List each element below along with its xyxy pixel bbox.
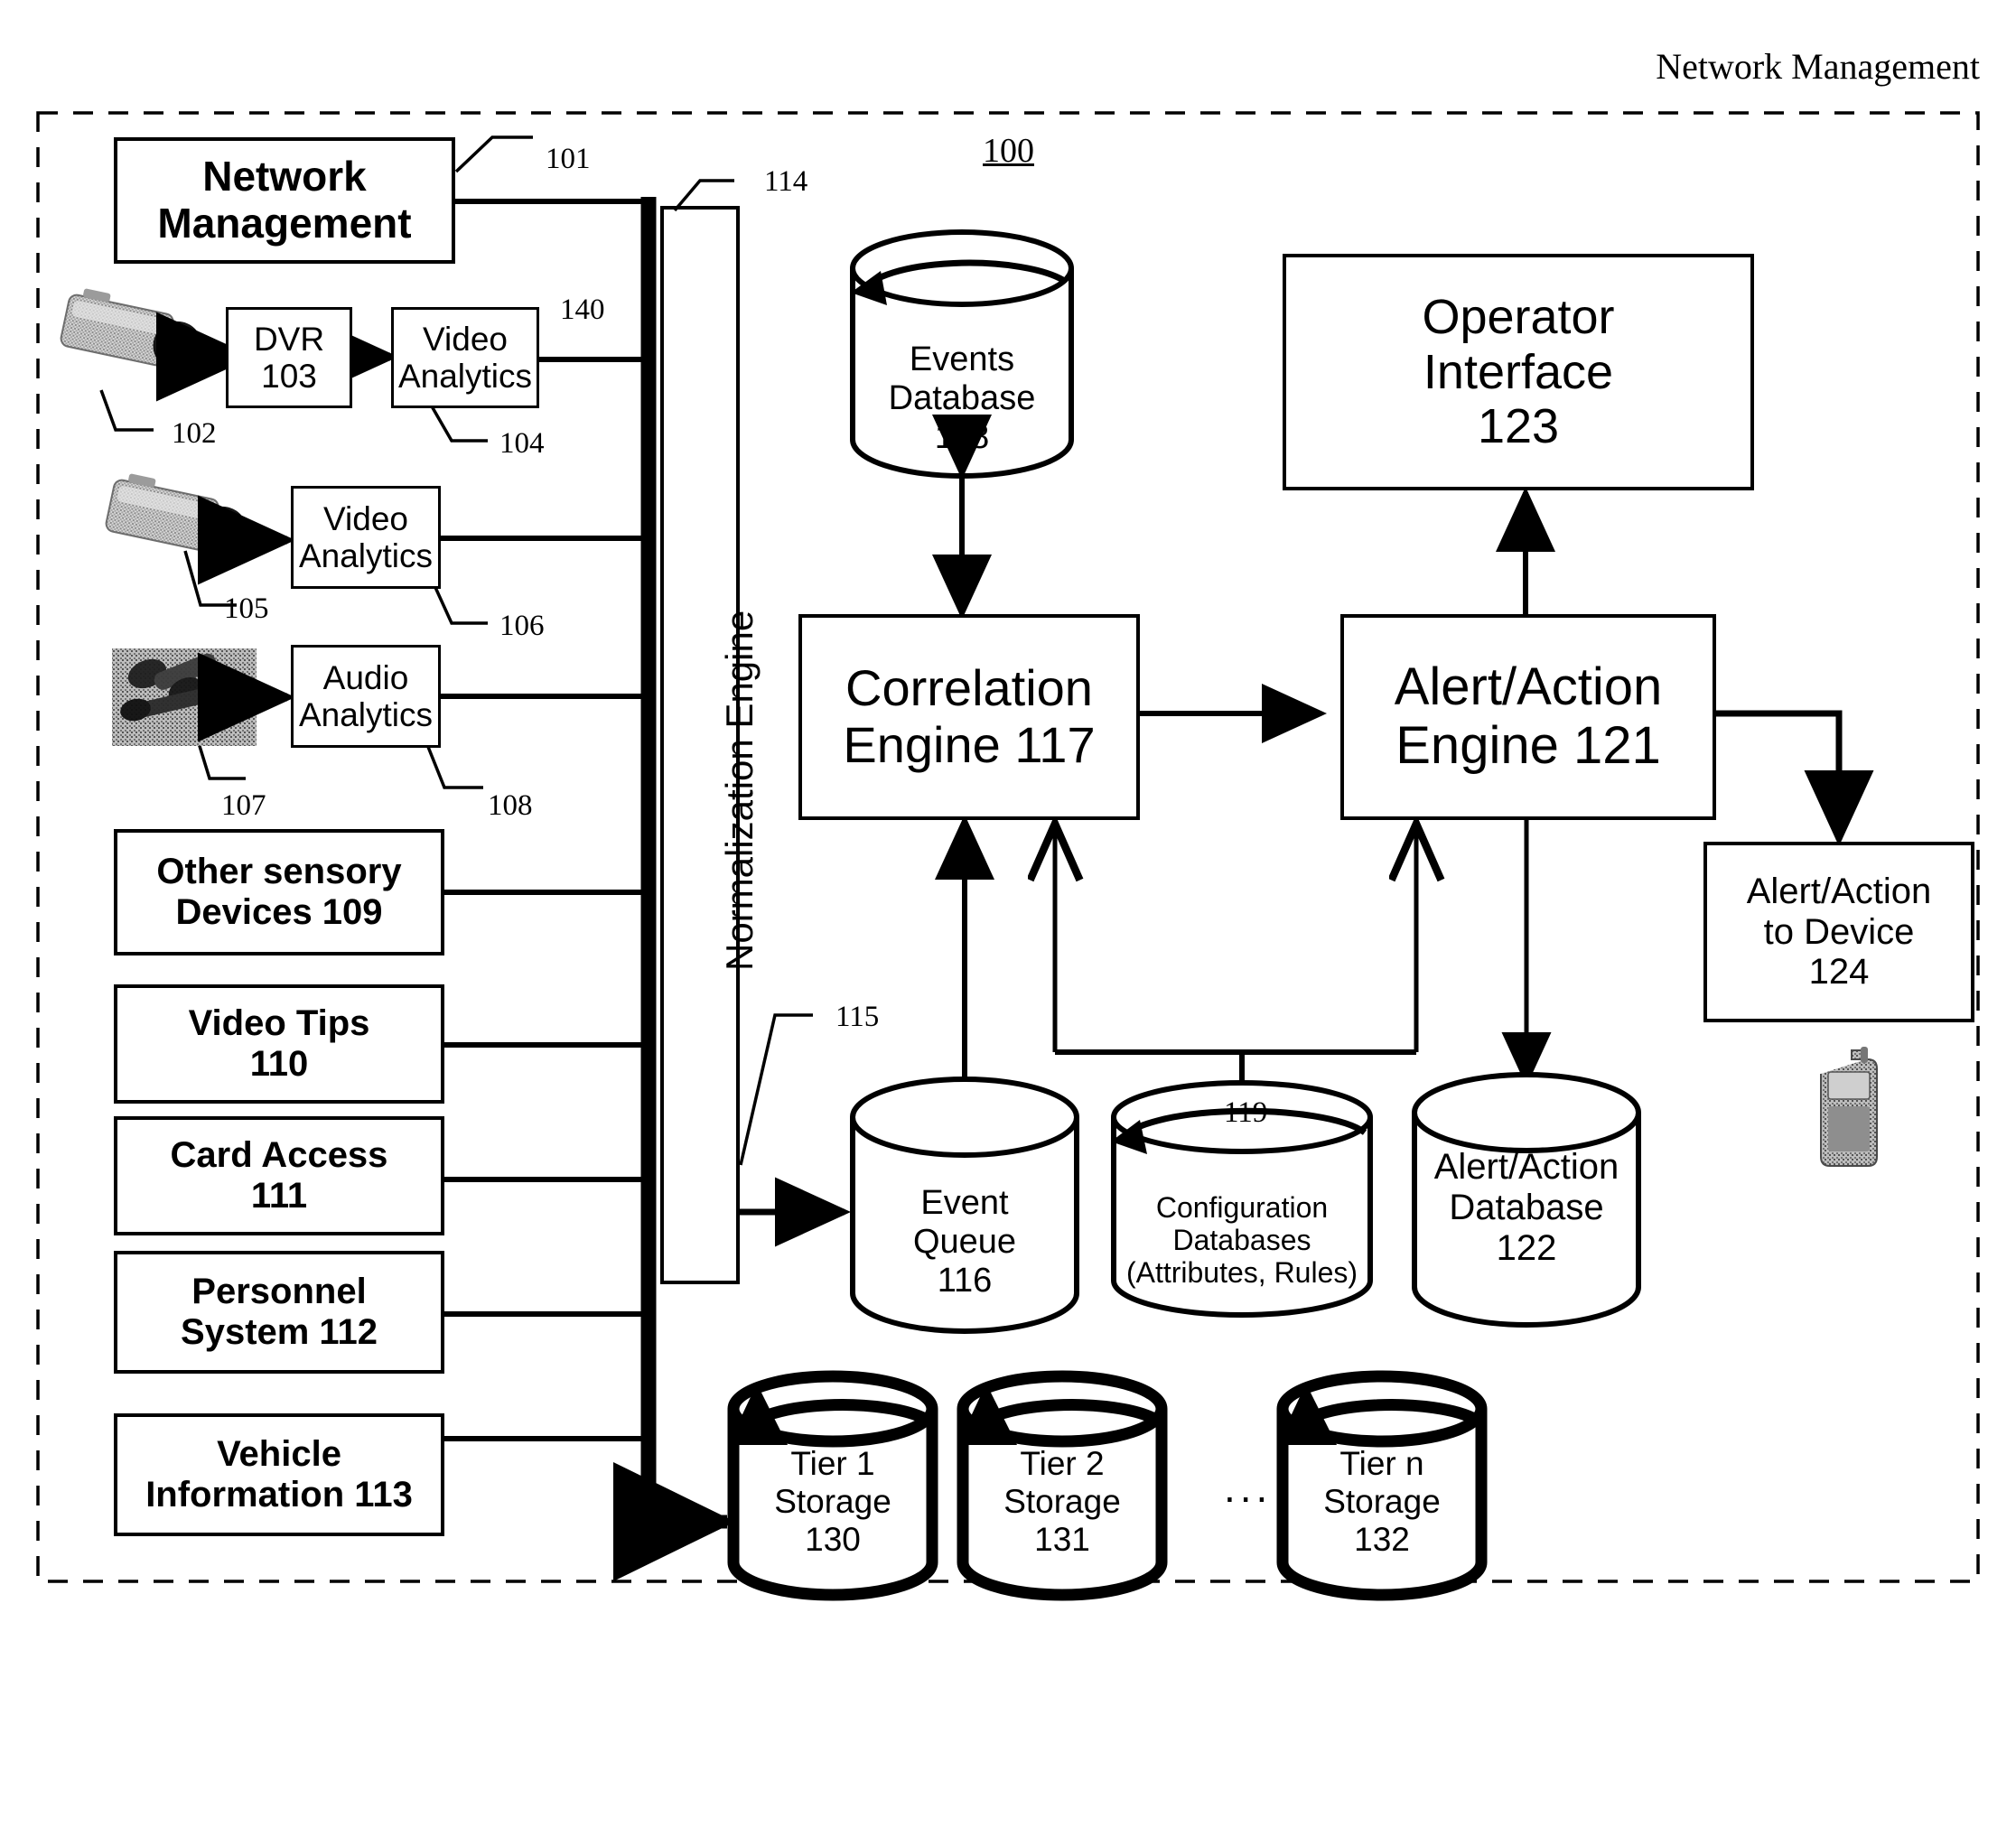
ref-102: 102 — [172, 417, 217, 450]
event-queue-label: Event Queue 116 — [912, 1184, 1017, 1300]
alert-action-to-device-box[interactable]: Alert/Action to Device 124 — [1703, 842, 1974, 1022]
camera-icon-105 — [105, 473, 247, 555]
video-tips-box[interactable]: Video Tips 110 — [114, 984, 444, 1104]
correlation-engine-box[interactable]: Correlation Engine 117 — [798, 614, 1140, 820]
vehicle-information-box[interactable]: Vehicle Information 113 — [114, 1413, 444, 1536]
operator-interface-box[interactable]: Operator Interface 123 — [1283, 254, 1754, 490]
personnel-system-box[interactable]: Personnel System 112 — [114, 1251, 444, 1374]
ref-119: 119 — [1224, 1096, 1268, 1129]
tiern-storage-label: Tier n Storage 132 — [1323, 1445, 1441, 1558]
ref-104: 104 — [499, 427, 545, 460]
figure-number: 100 — [983, 132, 1034, 170]
diagram-canvas: Network Management 100 Network Managemen… — [0, 0, 2016, 1827]
card-access-box[interactable]: Card Access 111 — [114, 1116, 444, 1235]
microphone-icon-107 — [112, 648, 257, 746]
alert-action-database-label: Alert/Action Database 122 — [1433, 1147, 1619, 1269]
video-analytics-box-1[interactable]: Video Analytics — [391, 307, 539, 408]
other-sensory-devices-box[interactable]: Other sensory Devices 109 — [114, 829, 444, 955]
video-analytics-box-2[interactable]: Video Analytics — [291, 486, 441, 589]
configuration-databases-label: Configuration Databases (Attributes, Rul… — [1125, 1191, 1358, 1290]
alert-action-engine-box[interactable]: Alert/Action Engine 121 — [1340, 614, 1716, 820]
events-database[interactable]: Events Database 118 — [853, 268, 1071, 476]
event-queue[interactable]: Event Queue 116 — [853, 1117, 1077, 1330]
mobile-phone-icon — [1820, 1047, 1878, 1167]
storage-ellipsis: ... — [1224, 1464, 1273, 1511]
audio-analytics-box[interactable]: Audio Analytics — [291, 645, 441, 748]
ref-115: 115 — [835, 1001, 880, 1033]
ref-106: 106 — [499, 610, 545, 642]
ref-108: 108 — [488, 789, 533, 822]
tier1-storage-label: Tier 1 Storage 130 — [774, 1445, 891, 1558]
ref-107: 107 — [221, 789, 266, 822]
network-management-box[interactable]: Network Management — [114, 137, 455, 264]
alert-action-database[interactable]: Alert/Action Database 122 — [1414, 1113, 1638, 1326]
ref-114: 114 — [764, 165, 808, 198]
camera-icon-102 — [60, 288, 202, 370]
ref-105: 105 — [224, 592, 269, 625]
tier2-storage[interactable]: Tier 2 Storage 131 — [963, 1409, 1162, 1589]
events-database-label: Events Database 118 — [888, 340, 1036, 456]
normalization-engine-label: Normalization Engine — [718, 610, 761, 971]
dvr-box[interactable]: DVR 103 — [226, 307, 352, 408]
tier2-storage-label: Tier 2 Storage 131 — [1003, 1445, 1121, 1558]
ref-101: 101 — [546, 143, 591, 175]
ref-140: 140 — [560, 294, 605, 326]
tier1-storage[interactable]: Tier 1 Storage 130 — [733, 1409, 932, 1589]
configuration-databases[interactable]: Configuration Databases (Attributes, Rul… — [1114, 1117, 1370, 1316]
tiern-storage[interactable]: Tier n Storage 132 — [1283, 1409, 1481, 1589]
